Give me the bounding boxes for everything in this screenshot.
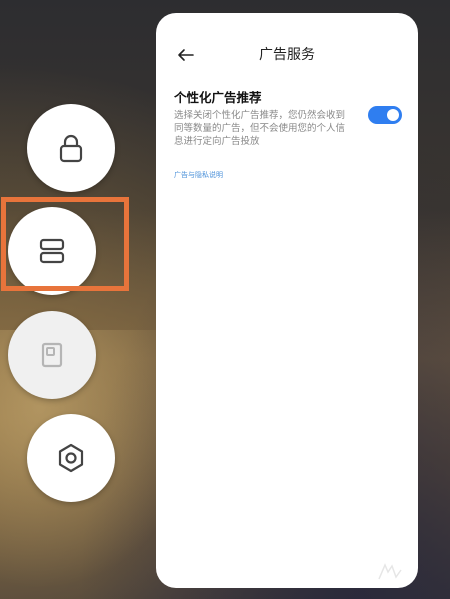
ad-service-page: 广告服务 个性化广告推荐 选择关闭个性化广告推荐，您仍然会收到同等数量的广告，但… (156, 13, 418, 588)
settings-hexagon-icon (58, 443, 84, 473)
settings-button[interactable] (27, 414, 115, 502)
page-title: 广告服务 (259, 47, 315, 63)
highlight-box (1, 197, 129, 291)
page-header: 广告服务 (156, 41, 418, 85)
lock-icon (59, 134, 83, 163)
setting-title: 个性化广告推荐 (174, 90, 262, 105)
personalized-ads-toggle[interactable] (368, 106, 402, 124)
toggle-knob (387, 109, 399, 121)
floating-window-button[interactable] (8, 311, 96, 399)
ad-privacy-link[interactable]: 广告与隐私说明 (174, 170, 400, 180)
floating-window-icon (41, 342, 63, 368)
lock-button[interactable] (27, 104, 115, 192)
setting-description: 选择关闭个性化广告推荐，您仍然会收到同等数量的广告，但不会使用您的个人信息进行定… (174, 110, 346, 147)
personalized-ads-setting[interactable]: 个性化广告推荐 选择关闭个性化广告推荐，您仍然会收到同等数量的广告，但不会使用您… (156, 87, 418, 148)
watermark-icon (378, 563, 402, 580)
